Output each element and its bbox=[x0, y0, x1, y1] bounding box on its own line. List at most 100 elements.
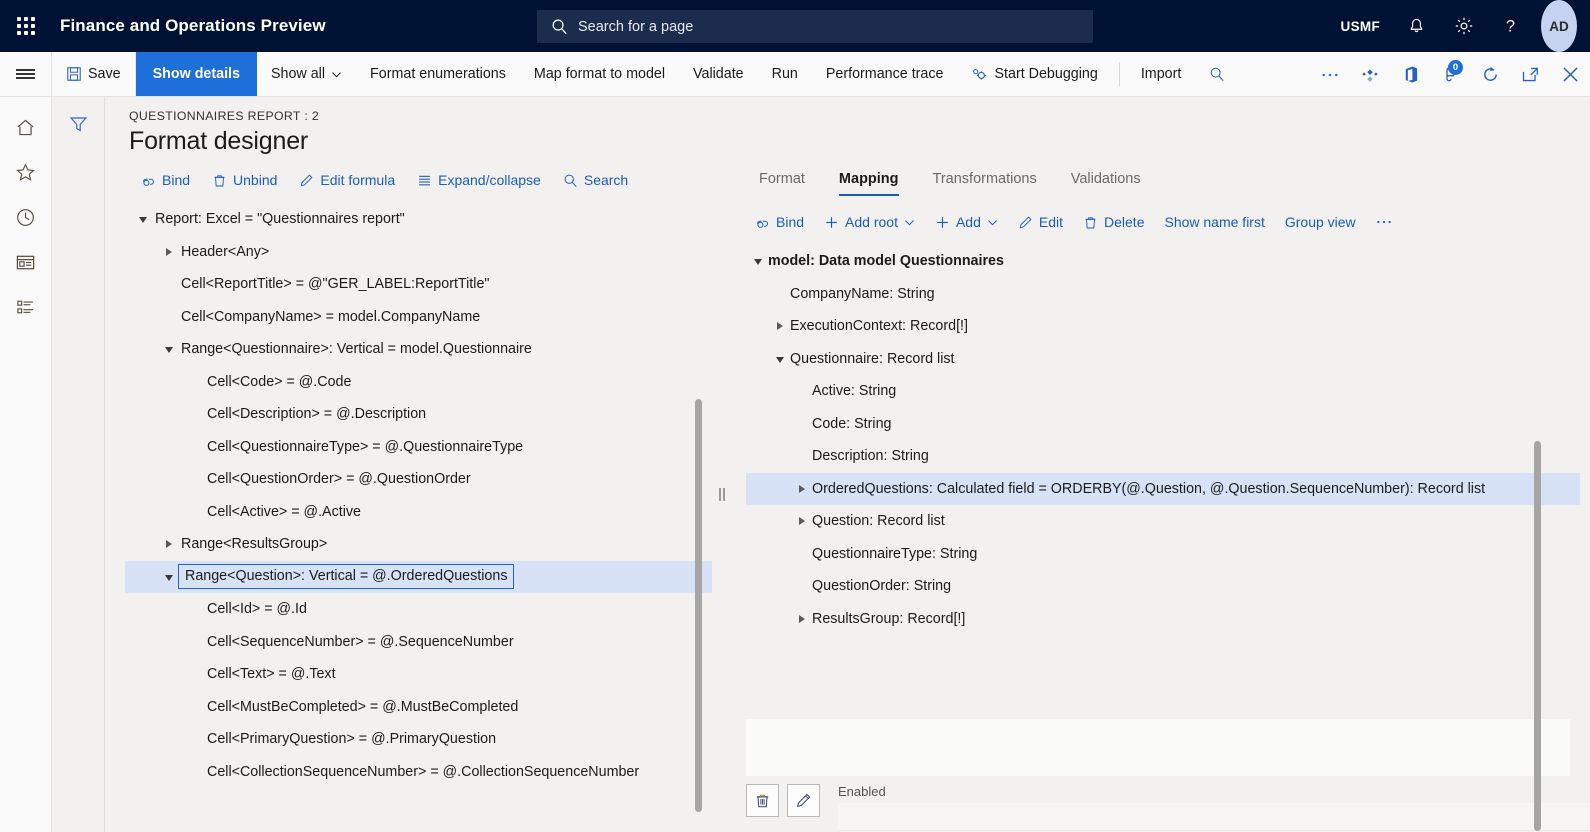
twisty-closed-icon[interactable] bbox=[792, 517, 812, 526]
avatar[interactable]: AD bbox=[1541, 0, 1577, 52]
model-tree-row[interactable]: ExecutionContext: Record[!] bbox=[746, 310, 1580, 343]
save-button[interactable]: Save bbox=[52, 52, 136, 96]
validate-button[interactable]: Validate bbox=[679, 52, 758, 96]
format-tree-row[interactable]: Cell<PrimaryQuestion> = @.PrimaryQuestio… bbox=[125, 723, 712, 756]
format-tree-row[interactable]: Header<Any> bbox=[125, 236, 712, 269]
tab-format[interactable]: Format bbox=[742, 171, 822, 196]
format-tree-scrollbar-thumb[interactable] bbox=[695, 399, 702, 812]
twisty-closed-icon[interactable] bbox=[792, 614, 812, 623]
format-tree-row[interactable]: Cell<QuestionOrder> = @.QuestionOrder bbox=[125, 463, 712, 496]
sidebar-item-modules[interactable] bbox=[0, 285, 52, 330]
twisty-closed-icon[interactable] bbox=[770, 322, 790, 331]
twisty-open-icon[interactable] bbox=[159, 345, 179, 354]
import-button[interactable]: Import bbox=[1127, 52, 1196, 96]
mapping-toolbar-edit-button[interactable]: Edit bbox=[1008, 210, 1073, 234]
company-selector[interactable]: USMF bbox=[1328, 0, 1393, 52]
tab-validations[interactable]: Validations bbox=[1054, 171, 1158, 196]
sidebar-item-favorites[interactable] bbox=[0, 150, 52, 195]
format-toolbar-search-button[interactable]: Search bbox=[553, 168, 638, 192]
pane-splitter[interactable] bbox=[712, 156, 732, 832]
format-tree-row[interactable]: Range<Questionnaire>: Vertical = model.Q… bbox=[125, 333, 712, 366]
twisty-closed-icon[interactable] bbox=[159, 247, 179, 256]
model-tree-row[interactable]: ResultsGroup: Record[!] bbox=[746, 603, 1580, 636]
filter-icon[interactable] bbox=[62, 109, 94, 139]
overflow-menu-button[interactable] bbox=[1310, 52, 1350, 97]
mapping-toolbar-group-view-button[interactable]: Group view bbox=[1275, 210, 1366, 234]
edit-button[interactable] bbox=[787, 784, 820, 817]
sidebar-item-home[interactable] bbox=[0, 105, 52, 150]
model-tree-row[interactable]: Description: String bbox=[746, 440, 1580, 473]
twisty-open-icon[interactable] bbox=[748, 257, 768, 266]
model-tree-row[interactable]: QuestionOrder: String bbox=[746, 570, 1580, 603]
format-tree-row[interactable]: Cell<Code> = @.Code bbox=[125, 366, 712, 399]
enabled-input[interactable] bbox=[838, 803, 1590, 831]
open-in-new-window-icon[interactable] bbox=[1510, 52, 1550, 97]
office-app-icon[interactable] bbox=[1390, 52, 1430, 97]
format-tree-scrollbar-track[interactable] bbox=[692, 391, 706, 820]
format-tree-row[interactable]: Cell<MustBeCompleted> = @.MustBeComplete… bbox=[125, 691, 712, 724]
model-tree-row[interactable]: OrderedQuestions: Calculated field = ORD… bbox=[746, 472, 1580, 505]
global-search-input[interactable]: Search for a page bbox=[537, 10, 1093, 43]
model-tree[interactable]: model: Data model Questionnaires CompanyN… bbox=[746, 245, 1580, 712]
bell-icon[interactable] bbox=[1393, 0, 1440, 52]
start-debugging-button[interactable]: Start Debugging bbox=[957, 52, 1111, 96]
model-tree-scrollbar-track[interactable] bbox=[1531, 441, 1545, 831]
format-tree-row[interactable]: Cell<CompanyName> = model.CompanyName bbox=[125, 301, 712, 334]
twisty-open-icon[interactable] bbox=[770, 355, 790, 363]
hamburger-menu-icon[interactable] bbox=[0, 52, 52, 96]
format-toolbar-bind-button[interactable]: Bind bbox=[131, 168, 200, 192]
format-tree-row[interactable]: Cell<Active> = @.Active bbox=[125, 496, 712, 529]
map-format-to-model-button[interactable]: Map format to model bbox=[520, 52, 679, 96]
model-tree-row[interactable]: Active: String bbox=[746, 375, 1580, 408]
show-all-button[interactable]: Show all bbox=[257, 52, 356, 96]
model-tree-row[interactable]: QuestionnaireType: String bbox=[746, 538, 1580, 571]
waffle-icon[interactable] bbox=[0, 0, 52, 52]
tab-mapping[interactable]: Mapping bbox=[822, 171, 916, 196]
help-icon[interactable]: ? bbox=[1487, 0, 1534, 52]
model-tree-row[interactable]: Question: Record list bbox=[746, 505, 1580, 538]
format-tree-row[interactable]: Cell<Description> = @.Description bbox=[125, 398, 712, 431]
format-tree-row[interactable]: Range<ResultsGroup> bbox=[125, 528, 712, 561]
model-tree-scrollbar-thumb[interactable] bbox=[1534, 441, 1541, 831]
format-tree-row[interactable]: Cell<SequenceNumber> = @.SequenceNumber bbox=[125, 626, 712, 659]
run-button[interactable]: Run bbox=[758, 52, 812, 96]
close-icon[interactable] bbox=[1550, 52, 1590, 97]
model-tree-row[interactable]: Questionnaire: Record list bbox=[746, 343, 1580, 376]
performance-trace-button[interactable]: Performance trace bbox=[812, 52, 958, 96]
mapping-toolbar-add-root-button[interactable]: Add root bbox=[814, 210, 925, 234]
twisty-open-icon[interactable] bbox=[133, 215, 153, 224]
format-tree-row[interactable]: Cell<ReportTitle> = @"GER_LABEL:ReportTi… bbox=[125, 268, 712, 301]
format-enumerations-button[interactable]: Format enumerations bbox=[356, 52, 520, 96]
format-tree-row[interactable]: Range<Question>: Vertical = @.OrderedQue… bbox=[125, 560, 712, 593]
format-toolbar-expand-collapse-button[interactable]: Expand/collapse bbox=[407, 168, 551, 192]
format-toolbar-unbind-button[interactable]: Unbind bbox=[202, 168, 287, 192]
format-toolbar-edit-formula-button[interactable]: Edit formula bbox=[289, 168, 405, 192]
refresh-icon[interactable] bbox=[1470, 52, 1510, 97]
model-tree-row[interactable]: model: Data model Questionnaires bbox=[746, 245, 1580, 278]
notifications-icon[interactable]: 0 bbox=[1430, 52, 1470, 97]
model-tree-row[interactable]: CompanyName: String bbox=[746, 278, 1580, 311]
gear-icon[interactable] bbox=[1440, 0, 1487, 52]
sidebar-item-workspaces[interactable] bbox=[0, 240, 52, 285]
mapping-toolbar-bind-button[interactable]: Bind bbox=[745, 210, 814, 234]
mapping-toolbar-show-name-first-button[interactable]: Show name first bbox=[1154, 210, 1274, 234]
twisty-open-icon[interactable] bbox=[159, 573, 179, 581]
attachments-icon[interactable] bbox=[1350, 52, 1390, 97]
sidebar-item-recent[interactable] bbox=[0, 195, 52, 240]
format-tree-row[interactable]: Report: Excel = "Questionnaires report" bbox=[125, 203, 712, 236]
toolbar-search-button[interactable] bbox=[1195, 52, 1239, 96]
format-tree[interactable]: Report: Excel = "Questionnaires report" H… bbox=[125, 203, 712, 832]
format-tree-row[interactable]: Cell<CollectionSequenceNumber> = @.Colle… bbox=[125, 756, 712, 789]
tab-transformations[interactable]: Transformations bbox=[916, 171, 1054, 196]
mapping-toolbar-overflow-button[interactable] bbox=[1366, 215, 1402, 229]
model-tree-row[interactable]: Code: String bbox=[746, 408, 1580, 441]
twisty-closed-icon[interactable] bbox=[792, 484, 812, 493]
delete-button[interactable] bbox=[746, 784, 779, 817]
twisty-closed-icon[interactable] bbox=[159, 540, 179, 549]
format-tree-row[interactable]: Cell<Text> = @.Text bbox=[125, 658, 712, 691]
mapping-toolbar-add-button[interactable]: Add bbox=[925, 210, 1008, 234]
show-details-button[interactable]: Show details bbox=[135, 52, 257, 96]
format-tree-row[interactable]: Cell<QuestionnaireType> = @.Questionnair… bbox=[125, 431, 712, 464]
mapping-toolbar-delete-button[interactable]: Delete bbox=[1073, 210, 1154, 234]
format-tree-row[interactable]: Cell<Id> = @.Id bbox=[125, 593, 712, 626]
